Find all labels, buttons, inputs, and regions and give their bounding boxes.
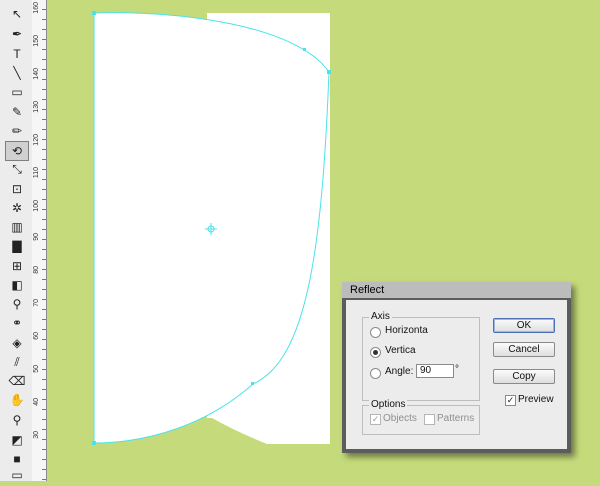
axis-legend: Axis: [369, 311, 392, 322]
blend-tool-icon[interactable]: ⚭: [6, 314, 28, 332]
horizontal-radio[interactable]: [370, 327, 381, 338]
type-tool-icon[interactable]: T: [6, 45, 28, 63]
vertical-ruler[interactable]: 160 150 140 130 120 110 100 90 80 70 60 50 40 30: [32, 0, 47, 481]
degree-symbol: °: [455, 364, 459, 375]
angle-radio[interactable]: [370, 368, 381, 379]
screen-mode-icon[interactable]: ▭: [6, 466, 28, 484]
paintbrush-tool-icon[interactable]: ✎: [6, 103, 28, 121]
pen-tool-icon[interactable]: ✒: [6, 25, 28, 43]
zoom-tool-icon[interactable]: ⚲: [6, 411, 28, 429]
reflect-tool-icon[interactable]: ⟲: [5, 141, 29, 161]
scale-tool-icon[interactable]: ⤡: [6, 160, 28, 178]
objects-checkbox[interactable]: ✓: [370, 414, 381, 425]
eyedropper-tool-icon[interactable]: ⚲: [6, 295, 28, 313]
preview-label[interactable]: Preview: [518, 394, 554, 405]
ok-button[interactable]: OK: [493, 318, 555, 333]
column-graph-tool-icon[interactable]: ▥: [6, 218, 28, 236]
options-legend: Options: [369, 399, 408, 410]
ruler-label: 40: [33, 398, 40, 406]
reflect-dialog: Reflect Axis Horizonta Vertica Angle: 90…: [342, 282, 571, 453]
pencil-tool-icon[interactable]: ✏: [6, 122, 28, 140]
options-group: Options ✓ Objects Patterns: [362, 399, 480, 435]
copy-button[interactable]: Copy: [493, 369, 555, 384]
column-chart-tool-icon[interactable]: ▇: [6, 237, 28, 255]
patterns-checkbox[interactable]: [424, 414, 435, 425]
cancel-button[interactable]: Cancel: [493, 342, 555, 357]
ruler-label: 60: [33, 332, 40, 340]
ruler-label: 50: [33, 365, 40, 373]
ruler-label: 90: [33, 233, 40, 241]
ruler-label: 130: [33, 101, 40, 113]
direct-selection-tool-icon[interactable]: ↖: [6, 5, 28, 23]
patterns-label: Patterns: [437, 413, 475, 424]
ruler-label: 30: [33, 431, 40, 439]
tools-panel: ↖ ✒ T ╲ ▭ ✎ ✏ ⟲ ⤡ ⊡ ✲ ▥ ▇ ⊞ ◧ ⚲ ⚭ ◈ ⫽ ⌫ ✋ ⚲ ◩ ■ ▭: [0, 0, 33, 484]
ruler-label: 80: [33, 266, 40, 274]
dialog-body: Axis Horizonta Vertica Angle: 90 ° Optio…: [346, 300, 567, 449]
eraser-tool-icon[interactable]: ⌫: [6, 372, 28, 390]
ruler-label: 140: [33, 68, 40, 80]
axis-group: Axis Horizonta Vertica Angle: 90 °: [362, 311, 480, 401]
slice-tool-icon[interactable]: ⫽: [6, 353, 28, 371]
angle-label[interactable]: Angle:: [385, 366, 413, 377]
angle-input[interactable]: 90: [416, 364, 454, 378]
ruler-label: 120: [33, 134, 40, 146]
vertical-label[interactable]: Vertica: [385, 345, 416, 356]
preview-checkbox[interactable]: ✓: [505, 395, 516, 406]
dialog-title: Reflect: [350, 284, 385, 296]
line-tool-icon[interactable]: ╲: [6, 64, 28, 82]
ruler-label: 150: [33, 35, 40, 47]
horizontal-label[interactable]: Horizonta: [385, 325, 428, 336]
fill-stroke-swatch-icon[interactable]: ◩: [6, 431, 28, 449]
ruler-label: 100: [33, 200, 40, 212]
ruler-label: 110: [33, 167, 40, 179]
mesh-tool-icon[interactable]: ⊞: [6, 257, 28, 275]
dialog-title-bar[interactable]: Reflect: [342, 282, 571, 298]
hand-tool-icon[interactable]: ✋: [6, 391, 28, 409]
ruler-label: 160: [33, 2, 40, 14]
vertical-radio[interactable]: [370, 347, 381, 358]
ruler-label: 70: [33, 299, 40, 307]
live-paint-bucket-icon[interactable]: ◈: [6, 334, 28, 352]
rectangle-tool-icon[interactable]: ▭: [6, 83, 28, 101]
free-transform-tool-icon[interactable]: ⊡: [6, 180, 28, 198]
gradient-tool-icon[interactable]: ◧: [6, 276, 28, 294]
objects-label: Objects: [383, 413, 417, 424]
symbol-sprayer-tool-icon[interactable]: ✲: [6, 199, 28, 217]
